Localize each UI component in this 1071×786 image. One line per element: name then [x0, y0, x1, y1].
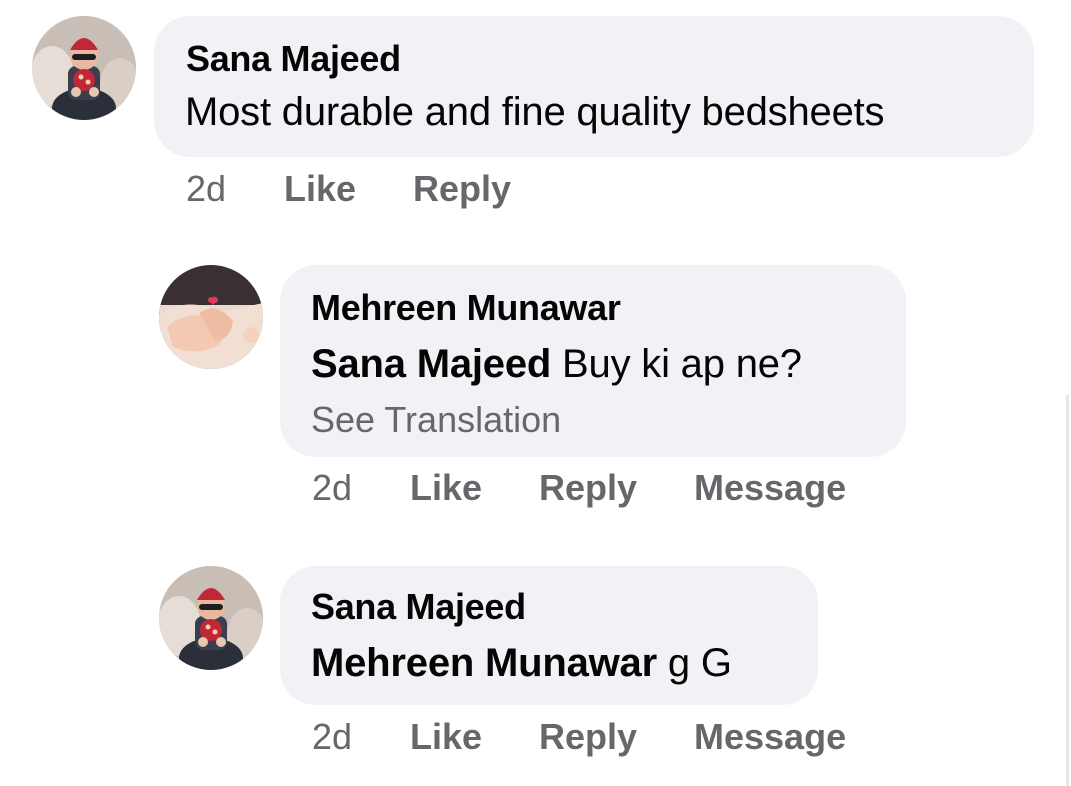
- comment-bubble: Sana Majeed Mehreen Munawar g G: [280, 566, 818, 705]
- comment-author[interactable]: Sana Majeed: [186, 38, 401, 80]
- comment-timestamp[interactable]: 2d: [186, 168, 226, 210]
- comment-bubble: Sana Majeed Most durable and fine qualit…: [154, 16, 1034, 157]
- like-button[interactable]: Like: [284, 168, 356, 210]
- like-button[interactable]: Like: [410, 467, 482, 509]
- comment-text: Mehreen Munawar g G: [311, 641, 732, 686]
- profile-photo-icon: [159, 566, 263, 670]
- comment-body: Buy ki ap ne?: [562, 342, 802, 386]
- reply-button[interactable]: Reply: [413, 168, 511, 210]
- message-button[interactable]: Message: [694, 467, 846, 509]
- comment-text: Most durable and fine quality bedsheets: [185, 90, 885, 134]
- profile-photo-icon: [32, 16, 136, 120]
- message-button[interactable]: Message: [694, 716, 846, 758]
- like-button[interactable]: Like: [410, 716, 482, 758]
- mention-link[interactable]: Mehreen Munawar: [311, 641, 657, 685]
- avatar-mehreen-munawar[interactable]: [159, 265, 263, 369]
- comment-author[interactable]: Mehreen Munawar: [311, 287, 621, 329]
- see-translation-link[interactable]: See Translation: [311, 399, 561, 441]
- reply-button[interactable]: Reply: [539, 467, 637, 509]
- avatar-sana-majeed[interactable]: [159, 566, 263, 670]
- avatar-sana-majeed[interactable]: [32, 16, 136, 120]
- profile-photo-icon: [159, 265, 263, 369]
- scrollbar[interactable]: [1066, 395, 1069, 786]
- reply-button[interactable]: Reply: [539, 716, 637, 758]
- comment-body: g G: [667, 641, 732, 685]
- comment-timestamp[interactable]: 2d: [312, 467, 352, 509]
- comment-text: Sana Majeed Buy ki ap ne?: [311, 342, 802, 387]
- comment-author[interactable]: Sana Majeed: [311, 586, 526, 628]
- comment-bubble: Mehreen Munawar Sana Majeed Buy ki ap ne…: [280, 265, 906, 457]
- mention-link[interactable]: Sana Majeed: [311, 342, 551, 386]
- comment-timestamp[interactable]: 2d: [312, 716, 352, 758]
